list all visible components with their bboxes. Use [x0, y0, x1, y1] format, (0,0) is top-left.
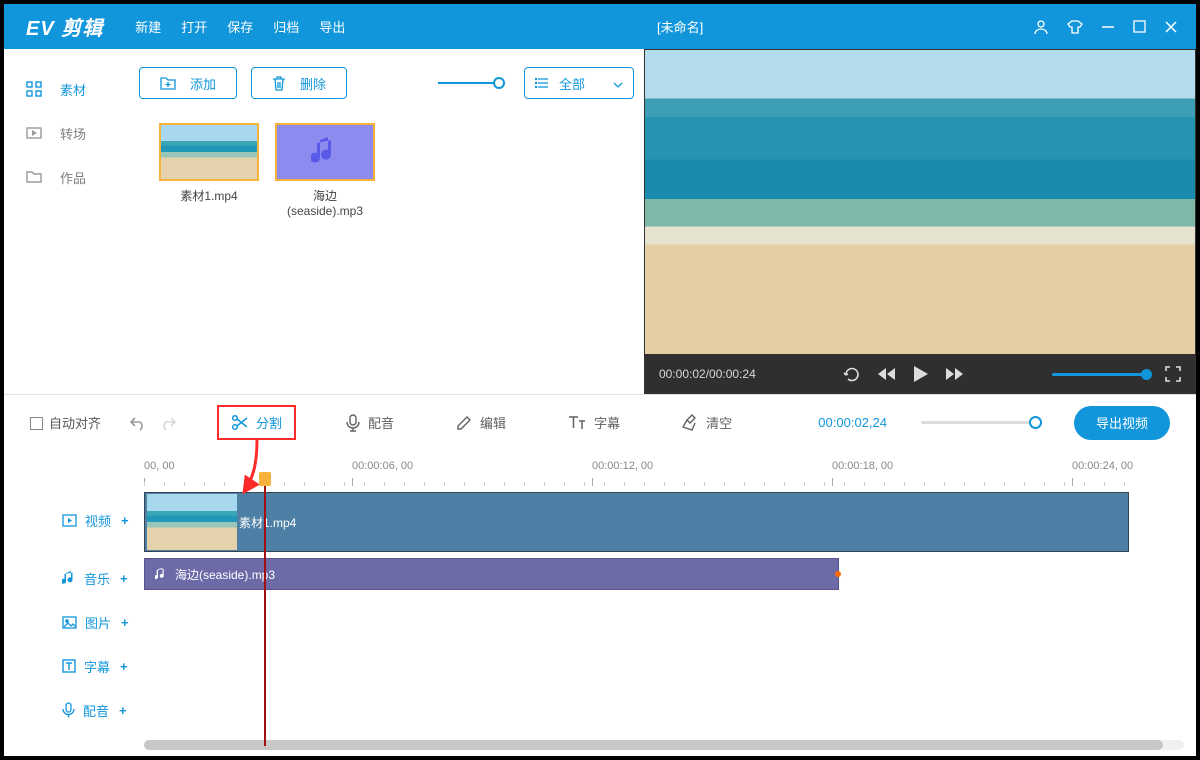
- skin-icon[interactable]: [1067, 20, 1083, 34]
- ruler-tick: 00:00:06, 00: [352, 460, 413, 472]
- asset-thumbnail: [275, 123, 375, 181]
- maximize-icon[interactable]: [1133, 20, 1146, 33]
- app-logo: EV 剪辑: [4, 12, 125, 41]
- rewind-icon[interactable]: [878, 367, 896, 381]
- chevron-down-icon: [613, 76, 623, 91]
- media-filter-select[interactable]: 全部: [524, 67, 634, 99]
- folder-icon: [26, 169, 42, 185]
- fullscreen-icon[interactable]: [1165, 366, 1181, 382]
- play-icon[interactable]: [914, 366, 928, 382]
- music-track-icon: [62, 571, 76, 586]
- menu-archive[interactable]: 归档: [273, 17, 299, 36]
- undo-icon[interactable]: [129, 415, 147, 431]
- split-button[interactable]: 分割: [217, 405, 296, 440]
- menu-save[interactable]: 保存: [227, 17, 253, 36]
- track-area[interactable]: 00, 00 00:00:06, 00 00:00:12, 00 00:00:1…: [144, 450, 1196, 756]
- clip-thumbnail: [147, 494, 237, 550]
- image-track-icon: [62, 616, 77, 629]
- sidebar-item-material[interactable]: 素材: [4, 67, 129, 111]
- menu-new[interactable]: 新建: [135, 17, 161, 36]
- preview-canvas[interactable]: [645, 50, 1195, 354]
- add-folder-icon: [160, 76, 176, 90]
- clear-button[interactable]: 清空: [670, 407, 744, 438]
- media-pane: 添加 删除 全部: [129, 49, 644, 394]
- redo-icon[interactable]: [159, 415, 177, 431]
- track-label-video[interactable]: 视频+: [4, 490, 144, 550]
- dub-track-icon: [62, 702, 75, 718]
- asset-item-video[interactable]: 素材1.mp4: [159, 123, 259, 218]
- track-label-dub[interactable]: 配音+: [4, 694, 144, 726]
- grid-icon: [26, 81, 42, 97]
- ruler-tick: 00:00:12, 00: [592, 460, 653, 472]
- track-label-image[interactable]: 图片+: [4, 606, 144, 638]
- pen-icon: [456, 415, 472, 431]
- edit-timecode: 00:00:02,24: [818, 415, 887, 430]
- scissors-icon: [231, 414, 248, 431]
- sidebar-item-works[interactable]: 作品: [4, 155, 129, 199]
- add-media-button[interactable]: 添加: [139, 67, 237, 99]
- player-progress-slider[interactable]: [1052, 373, 1147, 376]
- sidebar-item-label: 作品: [60, 168, 86, 187]
- export-video-button[interactable]: 导出视频: [1074, 406, 1170, 440]
- thumb-zoom-slider[interactable]: [438, 82, 498, 84]
- trash-icon: [272, 76, 286, 91]
- sidebar-item-label: 转场: [60, 124, 86, 143]
- edit-toolbar: 自动对齐 分割 配音 编辑 字幕 清空 00:00:02,24 导出视频: [4, 394, 1196, 450]
- video-clip[interactable]: 素材1.mp4: [144, 492, 1129, 552]
- ruler-tick: 00:00:18, 00: [832, 460, 893, 472]
- music-note-icon: [311, 137, 339, 167]
- loop-icon[interactable]: [843, 366, 860, 383]
- transition-icon: [26, 125, 42, 141]
- menu-export[interactable]: 导出: [319, 17, 345, 36]
- track-label-audio[interactable]: 音乐+: [4, 562, 144, 594]
- edit-button[interactable]: 编辑: [444, 407, 518, 438]
- document-title: [未命名]: [345, 17, 1015, 36]
- player-controls: 00:00:02/00:00:24: [645, 354, 1195, 394]
- minimize-icon[interactable]: [1101, 20, 1115, 34]
- ruler-tick: 00, 00: [144, 460, 175, 472]
- subtitle-track-icon: [62, 659, 76, 673]
- asset-label: 海边(seaside).mp3: [275, 187, 375, 218]
- text-icon: [568, 415, 586, 430]
- asset-thumbnail: [159, 123, 259, 181]
- auto-align-checkbox[interactable]: 自动对齐: [30, 413, 101, 432]
- delete-media-button[interactable]: 删除: [251, 67, 347, 99]
- preview-panel: 00:00:02/00:00:24: [644, 49, 1196, 395]
- time-ruler[interactable]: 00, 00 00:00:06, 00 00:00:12, 00 00:00:1…: [144, 460, 1196, 490]
- asset-item-audio[interactable]: 海边(seaside).mp3: [275, 123, 375, 218]
- ruler-tick: 00:00:24, 00: [1072, 460, 1133, 472]
- broom-icon: [682, 414, 698, 431]
- sidebar-item-transition[interactable]: 转场: [4, 111, 129, 155]
- fastforward-icon[interactable]: [946, 367, 964, 381]
- asset-label: 素材1.mp4: [159, 187, 259, 204]
- video-track-icon: [62, 514, 77, 527]
- mic-icon: [346, 414, 360, 432]
- sidebar: 素材 转场 作品: [4, 49, 129, 394]
- title-bar: EV 剪辑 新建 打开 保存 归档 导出 [未命名]: [4, 4, 1196, 49]
- subtitle-button[interactable]: 字幕: [556, 407, 632, 438]
- timeline-panel: 视频+ 音乐+ 图片+ 字幕+ 配音+ 00, 00 00:00:06: [4, 450, 1196, 756]
- audio-clip[interactable]: 海边(seaside).mp3: [144, 558, 839, 590]
- close-icon[interactable]: [1164, 20, 1178, 34]
- music-note-icon: [155, 568, 167, 581]
- timeline-zoom-slider[interactable]: [921, 421, 1036, 424]
- playhead[interactable]: [264, 480, 266, 746]
- player-timecode: 00:00:02/00:00:24: [659, 367, 756, 381]
- timeline-scrollbar[interactable]: [144, 740, 1184, 750]
- menu-open[interactable]: 打开: [181, 17, 207, 36]
- user-icon[interactable]: [1033, 19, 1049, 35]
- dub-button[interactable]: 配音: [334, 407, 406, 438]
- sidebar-item-label: 素材: [60, 80, 86, 99]
- track-label-subtitle[interactable]: 字幕+: [4, 650, 144, 682]
- list-icon: [535, 77, 549, 89]
